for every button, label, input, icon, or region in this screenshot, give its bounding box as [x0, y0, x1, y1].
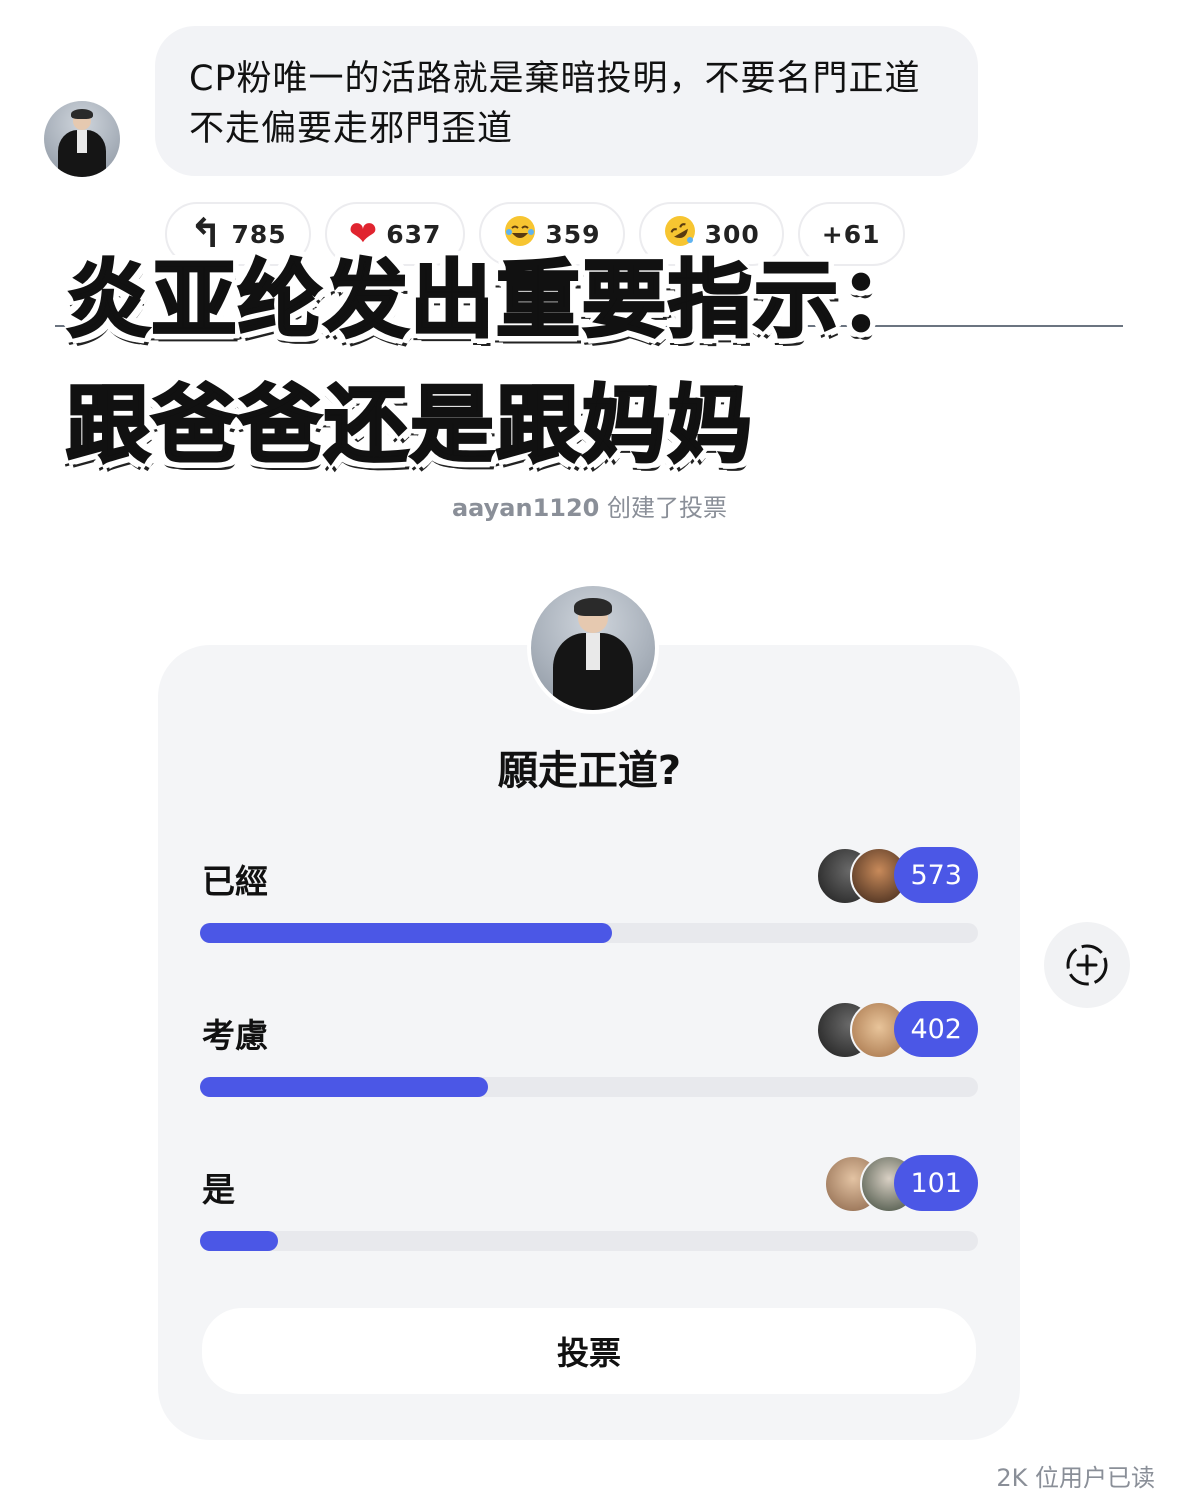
- add-reaction-button[interactable]: [1044, 922, 1130, 1008]
- reaction-count: 637: [386, 219, 442, 249]
- tears-of-joy-icon: [503, 214, 537, 254]
- message-bubble: CP粉唯一的活路就是棄暗投明，不要名門正道不走偏要走邪門歪道: [155, 26, 978, 176]
- message-text: CP粉唯一的活路就是棄暗投明，不要名門正道不走偏要走邪門歪道: [189, 59, 921, 149]
- poll-option-progress: [200, 923, 978, 943]
- rolling-laughing-icon: [663, 214, 697, 254]
- overlay-caption-line1: 炎亚纶发出重要指示：: [64, 251, 927, 349]
- poll-option-progress-fill: [200, 1231, 278, 1251]
- poll-option-label[interactable]: 是: [202, 1163, 235, 1211]
- poll-option-progress: [200, 1077, 978, 1097]
- poll-option-count: 101: [894, 1155, 978, 1211]
- poll-creator-name[interactable]: aayan1120: [452, 494, 599, 522]
- poll-author-avatar[interactable]: [527, 582, 659, 714]
- poll-creator-line: aayan1120 创建了投票: [0, 488, 1179, 523]
- poll-option-label[interactable]: 考慮: [202, 1009, 268, 1057]
- add-reaction-icon: [1066, 944, 1108, 986]
- read-count: 2K 位用户已读: [996, 1464, 1155, 1492]
- red-heart-icon: ❤: [348, 214, 379, 254]
- poll-creator-action: 创建了投票: [607, 494, 727, 522]
- poll-option-progress-fill: [200, 1077, 488, 1097]
- poll-option-progress-fill: [200, 923, 613, 943]
- poll-option-count: 402: [894, 1001, 978, 1057]
- sender-avatar[interactable]: [44, 101, 120, 177]
- reaction-count: 785: [231, 219, 287, 249]
- poll-option-label[interactable]: 已經: [202, 855, 268, 903]
- poll-option-voters[interactable]: 573: [816, 847, 978, 905]
- overlay-caption-line2: 跟爸爸还是跟妈妈: [64, 376, 755, 474]
- poll-option-progress: [200, 1231, 978, 1251]
- poll-question: 願走正道?: [497, 748, 682, 794]
- vote-button[interactable]: 投票: [202, 1308, 976, 1394]
- reply-arrow-icon: ↰: [189, 211, 224, 257]
- reaction-more-count: +61: [821, 219, 881, 249]
- reaction-count: 300: [704, 219, 760, 249]
- poll-option-count: 573: [894, 847, 978, 903]
- reaction-count: 359: [545, 219, 601, 249]
- poll-option-voters[interactable]: 101: [824, 1155, 978, 1213]
- poll-option-voters[interactable]: 402: [816, 1001, 978, 1059]
